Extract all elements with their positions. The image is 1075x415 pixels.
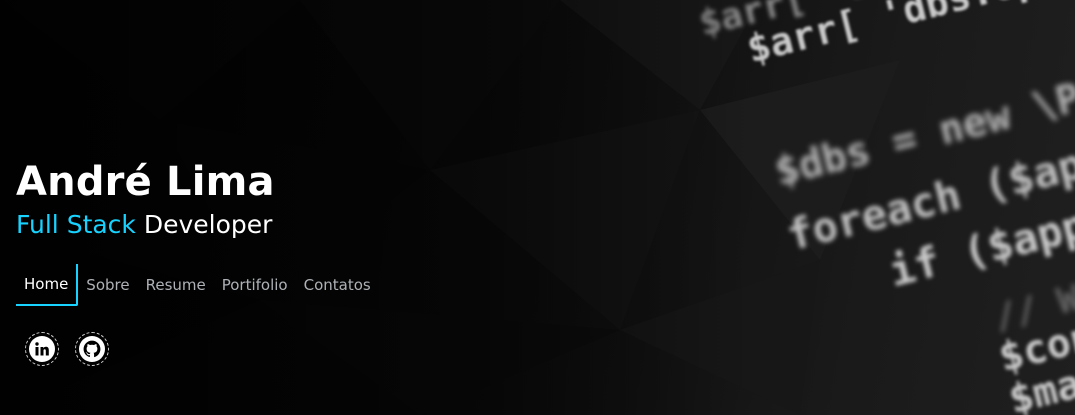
hero-section: $arr[ 'dbs' ] $arr[ 'dbs.optio $dbs = ne… xyxy=(0,0,1075,415)
nav-item-sobre[interactable]: Sobre xyxy=(78,264,137,306)
page-title: André Lima xyxy=(16,159,275,205)
main-nav: Home Sobre Resume Portifolio Contatos xyxy=(16,264,379,306)
nav-item-home[interactable]: Home xyxy=(16,264,79,306)
intro: André Lima Full Stack Developer xyxy=(16,156,536,242)
subtitle: Full Stack Developer xyxy=(16,208,536,242)
subtitle-accent: Full Stack xyxy=(16,210,136,239)
nav-item-portifolio[interactable]: Portifolio xyxy=(214,264,296,306)
nav-item-contatos[interactable]: Contatos xyxy=(296,264,379,306)
github-icon xyxy=(79,336,105,362)
linkedin-link[interactable] xyxy=(25,332,59,366)
linkedin-icon xyxy=(29,336,55,362)
social-links xyxy=(25,332,109,366)
github-link[interactable] xyxy=(75,332,109,366)
nav-item-resume[interactable]: Resume xyxy=(138,264,214,306)
subtitle-rest: Developer xyxy=(143,210,273,239)
